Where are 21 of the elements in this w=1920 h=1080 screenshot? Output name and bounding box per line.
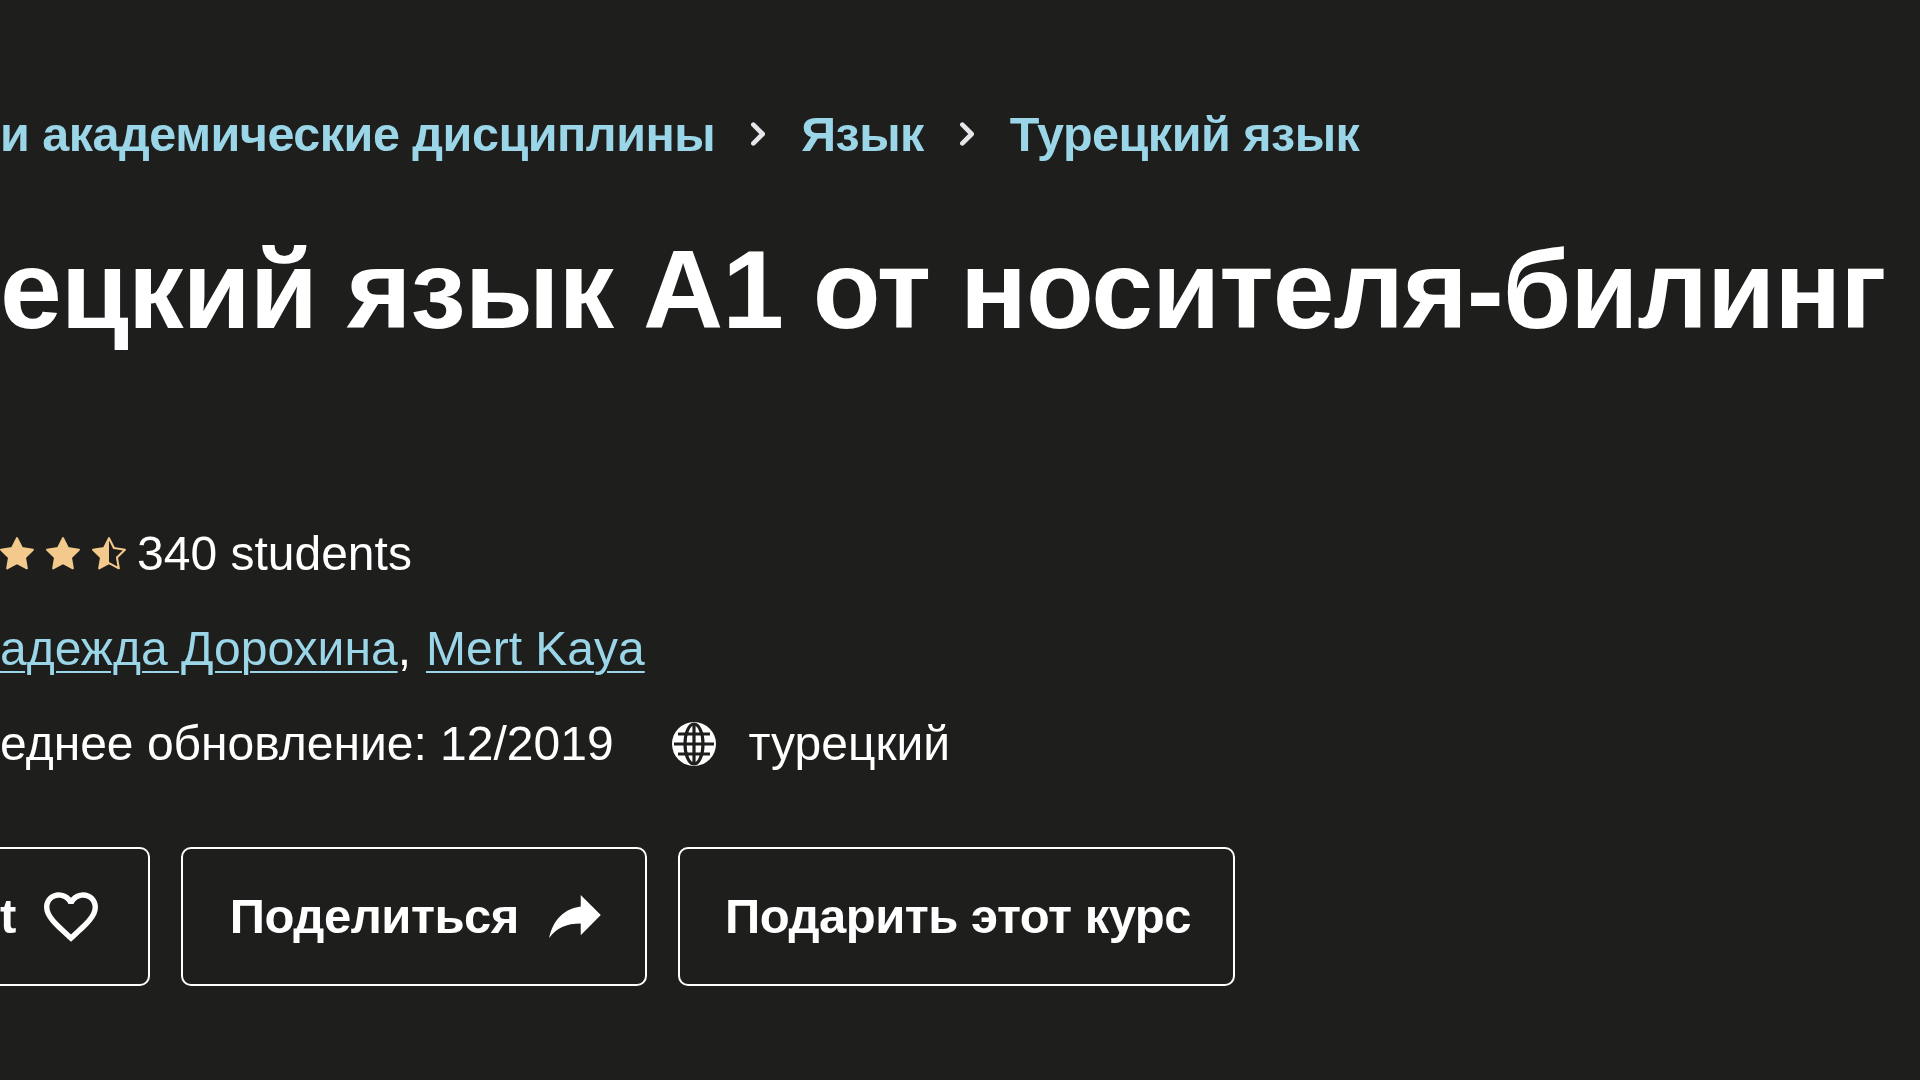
language-text: турецкий bbox=[748, 716, 951, 772]
globe-icon bbox=[671, 722, 716, 766]
chevron-right-icon bbox=[959, 122, 974, 146]
breadcrumb-link[interactable]: Язык bbox=[801, 105, 924, 163]
wishlist-button[interactable]: t bbox=[0, 847, 150, 986]
instructor-link[interactable]: Mert Kaya bbox=[425, 613, 645, 685]
curved-arrow-icon bbox=[548, 895, 601, 938]
heart-icon bbox=[43, 891, 98, 942]
breadcrumb-link[interactable]: и академические дисциплины bbox=[0, 105, 716, 163]
star-icon bbox=[46, 537, 80, 571]
share-button[interactable]: Поделиться bbox=[180, 847, 647, 986]
breadcrumb-link[interactable]: Турецкий язык bbox=[1009, 105, 1360, 163]
last-updated-text: еднее обновление: 12/2019 bbox=[0, 716, 614, 772]
instructor-separator: , bbox=[397, 621, 411, 677]
chevron-right-icon bbox=[751, 122, 766, 146]
instructor-link[interactable]: адежда Дорохина bbox=[0, 613, 398, 685]
star-icon bbox=[92, 537, 126, 571]
student-count: 340 students bbox=[137, 526, 412, 582]
gift-course-button[interactable]: Подарить этот курс bbox=[677, 847, 1235, 986]
star-icon bbox=[0, 537, 34, 571]
course-title: ецкий язык A1 от носителя-билинг bbox=[0, 227, 1886, 354]
